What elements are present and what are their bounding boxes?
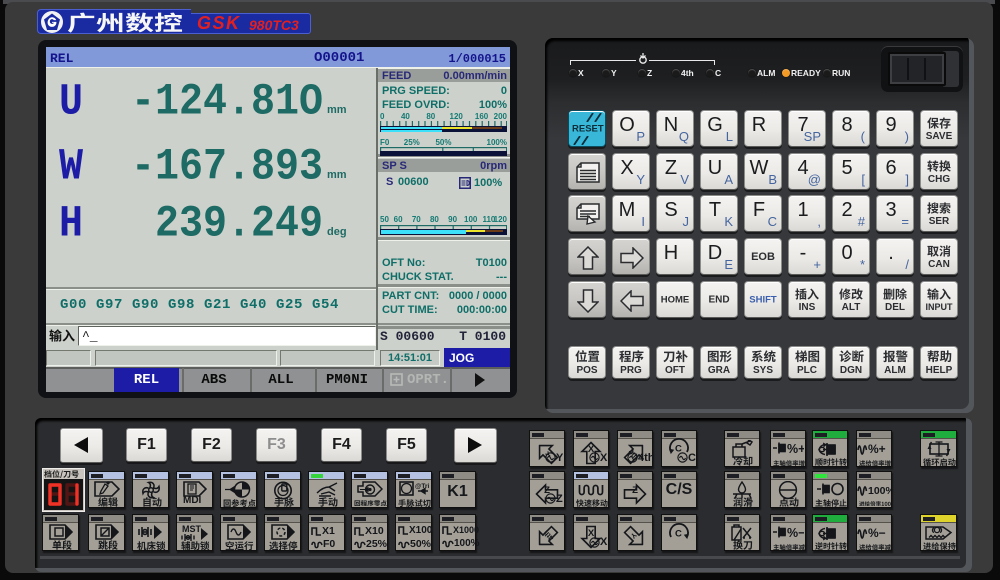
svg-text:100%: 100%: [487, 138, 507, 146]
svg-text:%−: %−: [787, 526, 804, 540]
svg-text:F0: F0: [380, 138, 390, 146]
svg-text:%+: %+: [787, 442, 804, 456]
svg-text:%+: %+: [868, 442, 886, 456]
svg-text:90: 90: [448, 215, 457, 223]
svg-text:4th: 4th: [541, 528, 556, 543]
svg-text:25%: 25%: [404, 138, 420, 146]
svg-text:160: 160: [475, 112, 489, 120]
svg-text:40: 40: [401, 112, 410, 120]
svg-text:C: C: [675, 528, 682, 539]
svg-text:120: 120: [494, 215, 507, 223]
svg-text:50%: 50%: [435, 138, 451, 146]
svg-text:120: 120: [450, 112, 464, 120]
svg-text:50: 50: [380, 215, 389, 223]
svg-text:@Trial: @Trial: [415, 483, 429, 490]
svg-text:100: 100: [464, 215, 478, 223]
svg-text:80: 80: [426, 112, 435, 120]
svg-text:70: 70: [412, 215, 421, 223]
svg-text:0: 0: [380, 112, 385, 120]
svg-text:%−: %−: [868, 526, 886, 540]
svg-text:80: 80: [430, 215, 439, 223]
svg-text:100%: 100%: [868, 485, 891, 497]
svg-text:MST: MST: [182, 524, 202, 534]
svg-text:60: 60: [394, 215, 403, 223]
svg-text:200: 200: [494, 112, 507, 120]
